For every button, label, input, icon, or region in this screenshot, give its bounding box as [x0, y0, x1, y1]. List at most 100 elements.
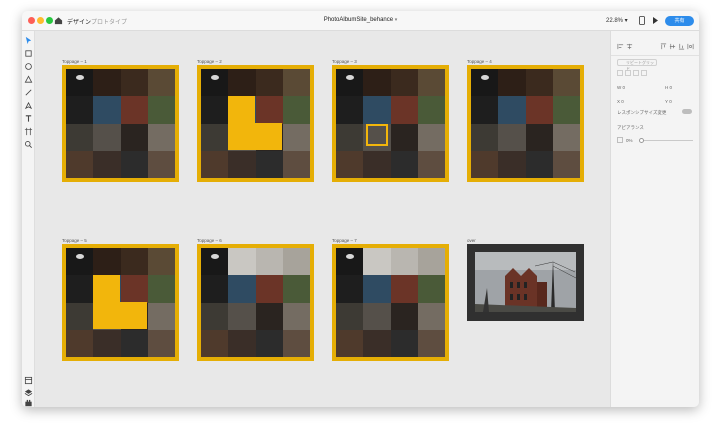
artboard-label-2[interactable]: Toppage – 2 — [197, 59, 222, 64]
photo-thumbnail — [147, 302, 175, 330]
photo-thumbnail — [336, 248, 364, 276]
photo-thumbnail — [363, 248, 391, 276]
design-canvas[interactable]: Toppage – 1 Toppage – 2 Toppage – 3 Topp… — [35, 31, 610, 407]
yellow-block — [228, 123, 255, 150]
photo-thumbnail — [282, 248, 310, 276]
photo-thumbnail — [471, 69, 499, 97]
boolean-operations-icons[interactable] — [617, 70, 649, 77]
artboard-toppage-5[interactable] — [62, 244, 179, 361]
artboard-label-7[interactable]: Toppage – 7 — [332, 238, 357, 243]
artboard-label-4[interactable]: Toppage – 4 — [467, 59, 492, 64]
title-bar: デザイン プロトタイプ PhotoAlbumSite_behance ▾ 22.… — [22, 11, 699, 32]
zoom-level[interactable]: 22.8% ▾ — [606, 17, 628, 24]
responsive-resize-label: レスポンシブサイズ変更 — [617, 110, 667, 115]
photo-thumbnail — [363, 150, 391, 178]
assets-icon[interactable] — [24, 376, 33, 385]
photo-thumbnail — [228, 150, 256, 178]
site-logo — [346, 75, 354, 80]
text-icon[interactable] — [24, 114, 33, 123]
height-field[interactable]: H 0 — [665, 85, 672, 90]
play-icon[interactable] — [652, 16, 659, 25]
photo-thumbnail — [93, 248, 121, 276]
artboard-label-1[interactable]: Toppage – 1 — [62, 59, 87, 64]
photo-thumbnail — [228, 329, 256, 357]
photo-thumbnail — [336, 150, 364, 178]
photo-thumbnail — [201, 329, 229, 357]
app-window: デザイン プロトタイプ PhotoAlbumSite_behance ▾ 22.… — [22, 11, 699, 407]
photo-thumbnail — [390, 275, 418, 303]
artboard-toppage-6[interactable] — [197, 244, 314, 361]
ellipse-icon[interactable] — [24, 62, 33, 71]
size-fields[interactable]: W 0 — [617, 85, 625, 90]
photo-thumbnail — [201, 150, 229, 178]
artboard-toppage-7[interactable] — [332, 244, 449, 361]
artboard-icon[interactable] — [24, 127, 33, 136]
photo-thumbnail — [255, 150, 283, 178]
photo-thumbnail — [390, 302, 418, 330]
artboard-label-over[interactable]: over — [467, 238, 476, 243]
zoom-icon[interactable] — [24, 140, 33, 149]
document-title-menu[interactable]: PhotoAlbumSite_behance ▾ — [22, 17, 699, 23]
site-logo — [211, 75, 219, 80]
share-button[interactable]: 共有 — [665, 16, 694, 26]
site-logo — [211, 254, 219, 259]
artboard-label-3[interactable]: Toppage – 3 — [332, 59, 357, 64]
distribute-icon[interactable] — [687, 43, 694, 50]
align-bottom-icon[interactable] — [678, 43, 685, 50]
x-field[interactable]: X 0 — [617, 99, 624, 104]
layers-icon[interactable] — [24, 388, 33, 397]
photo-thumbnail — [525, 150, 553, 178]
device-preview-icon[interactable] — [639, 16, 645, 25]
photo-thumbnail — [525, 96, 553, 124]
photo-thumbnail — [417, 69, 445, 97]
tools-toolbar — [22, 31, 35, 407]
factory-photo — [475, 252, 576, 312]
photo-thumbnail — [147, 275, 175, 303]
opacity-icon — [617, 137, 623, 143]
photo-thumbnail — [471, 96, 499, 124]
photo-thumbnail — [66, 150, 94, 178]
pen-icon[interactable] — [24, 101, 33, 110]
yellow-block — [93, 275, 120, 302]
artboard-label-5[interactable]: Toppage – 5 — [62, 238, 87, 243]
align-center-icon[interactable] — [626, 43, 633, 50]
photo-thumbnail — [552, 96, 580, 124]
photo-thumbnail — [120, 248, 148, 276]
select-icon[interactable] — [24, 36, 33, 45]
triangle-icon[interactable] — [24, 75, 33, 84]
document-title: PhotoAlbumSite_behance — [323, 17, 394, 23]
hover-outline — [366, 124, 388, 146]
photo-thumbnail — [363, 96, 391, 124]
opacity-value[interactable]: 0% — [626, 138, 633, 143]
photo-thumbnail — [390, 69, 418, 97]
photo-thumbnail — [336, 123, 364, 151]
plugins-icon[interactable] — [24, 399, 33, 407]
align-left-icon[interactable] — [617, 43, 624, 50]
photo-thumbnail — [228, 302, 256, 330]
artboard-toppage-4[interactable] — [467, 65, 584, 182]
photo-thumbnail — [120, 69, 148, 97]
artboard-toppage-3[interactable] — [332, 65, 449, 182]
opacity-slider-handle[interactable] — [639, 138, 644, 143]
photo-thumbnail — [282, 123, 310, 151]
opacity-slider-track[interactable] — [641, 140, 693, 141]
responsive-resize-toggle[interactable] — [682, 109, 692, 114]
artboard-toppage-1[interactable] — [62, 65, 179, 182]
photo-thumbnail — [336, 69, 364, 97]
artboard-over[interactable] — [467, 244, 584, 321]
photo-thumbnail — [282, 302, 310, 330]
artboard-label-6[interactable]: Toppage – 6 — [197, 238, 222, 243]
repeat-grid-button[interactable]: リピートグリッド — [617, 59, 657, 71]
line-icon[interactable] — [24, 88, 33, 97]
photo-thumbnail — [498, 123, 526, 151]
rectangle-icon[interactable] — [24, 49, 33, 58]
photo-thumbnail — [201, 69, 229, 97]
artboard-toppage-2[interactable] — [197, 65, 314, 182]
y-field[interactable]: Y 0 — [665, 99, 672, 104]
photo-thumbnail — [525, 69, 553, 97]
photo-thumbnail — [228, 248, 256, 276]
photo-thumbnail — [120, 123, 148, 151]
align-middle-icon[interactable] — [669, 43, 676, 50]
align-top-icon[interactable] — [660, 43, 667, 50]
photo-thumbnail — [525, 123, 553, 151]
